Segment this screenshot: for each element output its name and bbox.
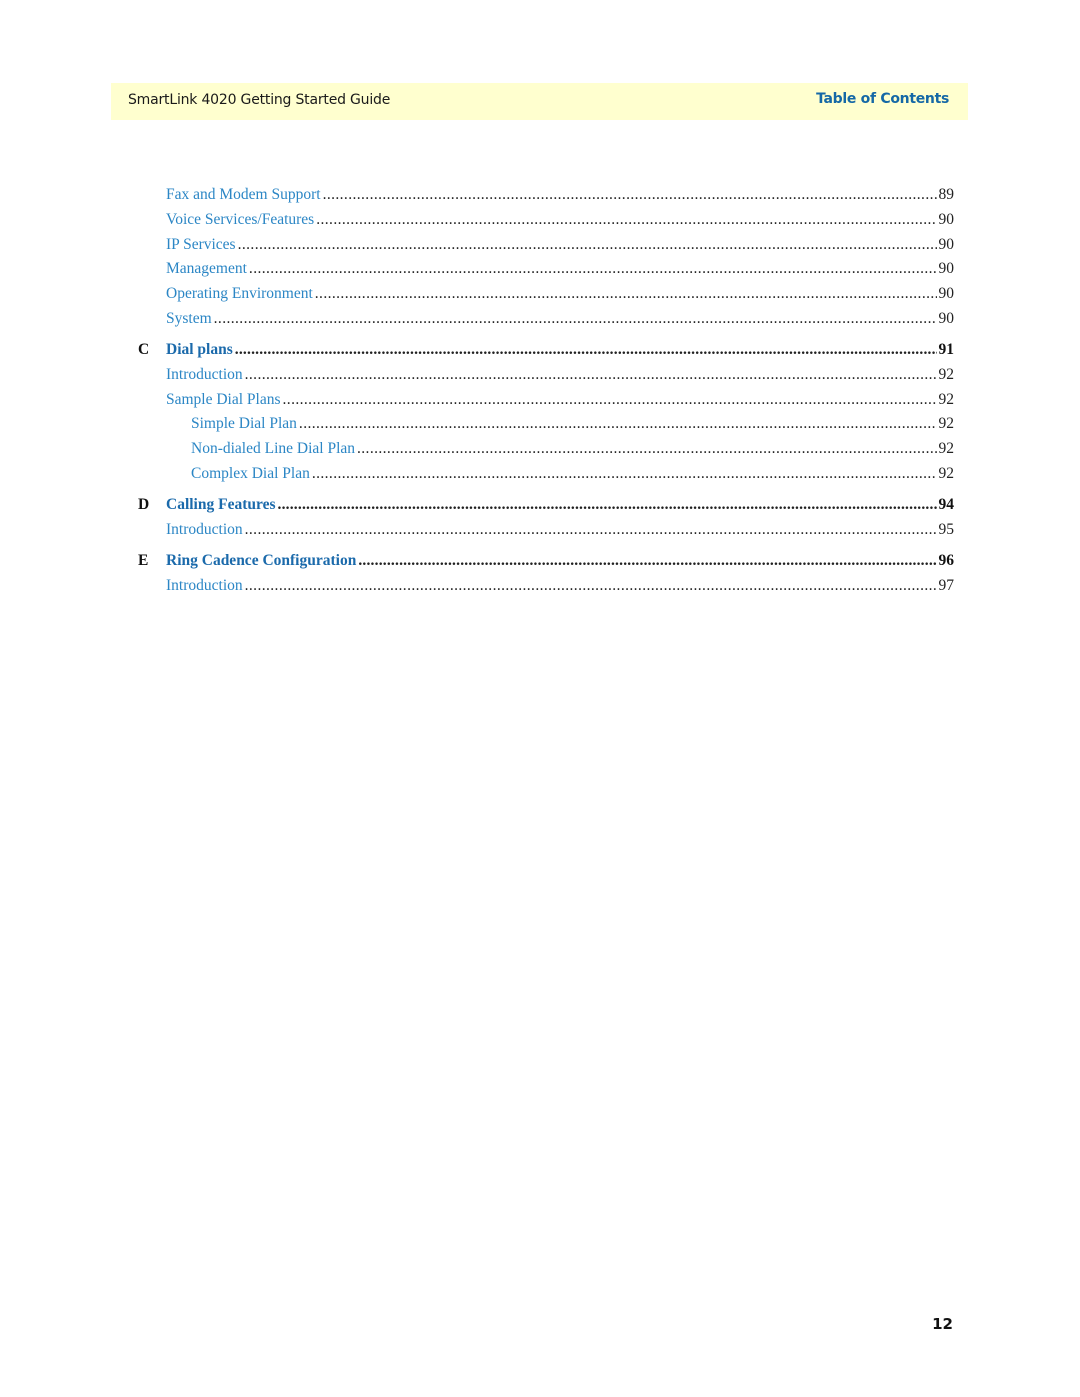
toc-chapter-entry[interactable]: E Ring Cadence Configuration ...........… <box>138 546 954 577</box>
toc-entry-label[interactable]: System <box>166 310 212 328</box>
toc-entry[interactable]: System .................................… <box>138 310 954 335</box>
toc-entry-page[interactable]: 97 <box>939 577 955 595</box>
toc-entry[interactable]: Operating Environment ..................… <box>138 285 954 310</box>
toc-entry-page[interactable]: 95 <box>939 521 955 539</box>
dot-leader: ........................................… <box>244 520 937 538</box>
toc-entry-page[interactable]: 92 <box>939 366 955 384</box>
dot-leader: ........................................… <box>237 235 937 253</box>
dot-leader: ........................................… <box>244 576 937 594</box>
dot-leader: ........................................… <box>314 285 937 303</box>
appendix-letter: D <box>138 495 150 513</box>
dot-leader: ........................................… <box>298 415 937 433</box>
toc-entry-label[interactable]: Calling Features <box>166 496 276 514</box>
toc-entry-label[interactable]: Introduction <box>166 366 243 384</box>
toc-entry-label[interactable]: Management <box>166 260 247 278</box>
toc-entry-label[interactable]: Simple Dial Plan <box>191 415 297 433</box>
toc-entry-page[interactable]: 90 <box>939 211 955 229</box>
dot-leader: ........................................… <box>234 340 937 358</box>
toc-entry[interactable]: Management .............................… <box>138 260 954 285</box>
toc-entry-page[interactable]: 89 <box>939 186 955 204</box>
toc-entry-page[interactable]: 92 <box>939 391 955 409</box>
toc-entry[interactable]: Complex Dial Plan ......................… <box>138 465 954 490</box>
toc-entry-label[interactable]: Operating Environment <box>166 285 313 303</box>
toc-entry-page[interactable]: 90 <box>939 310 955 328</box>
toc-entry-label[interactable]: Non-dialed Line Dial Plan <box>191 440 355 458</box>
dot-leader: ........................................… <box>244 365 937 383</box>
table-of-contents: Fax and Modem Support ..................… <box>138 186 954 601</box>
toc-entry-label[interactable]: Fax and Modem Support <box>166 186 321 204</box>
toc-entry-page[interactable]: 92 <box>939 415 955 433</box>
dot-leader: ........................................… <box>248 260 937 278</box>
toc-entry-label[interactable]: Introduction <box>166 521 243 539</box>
toc-entry-page[interactable]: 92 <box>939 465 955 483</box>
toc-entry-label[interactable]: Sample Dial Plans <box>166 391 281 409</box>
section-title: Table of Contents <box>816 91 949 107</box>
toc-entry[interactable]: Introduction ...........................… <box>138 577 954 602</box>
toc-entry[interactable]: IP Services ............................… <box>138 236 954 261</box>
dot-leader: ........................................… <box>277 495 937 513</box>
document-title: SmartLink 4020 Getting Started Guide <box>128 92 391 108</box>
appendix-letter: C <box>138 340 150 358</box>
toc-entry-label[interactable]: Dial plans <box>166 341 233 359</box>
dot-leader: ........................................… <box>282 390 937 408</box>
dot-leader: ........................................… <box>358 551 937 569</box>
page-number: 12 <box>932 1315 953 1333</box>
dot-leader: ........................................… <box>316 210 937 228</box>
toc-entry-page[interactable]: 91 <box>939 341 955 359</box>
dot-leader: ........................................… <box>322 186 937 203</box>
toc-entry-label[interactable]: Complex Dial Plan <box>191 465 310 483</box>
appendix-letter: E <box>138 551 149 569</box>
toc-entry[interactable]: Non-dialed Line Dial Plan ..............… <box>138 440 954 465</box>
toc-entry-page[interactable]: 90 <box>939 285 955 303</box>
dot-leader: ........................................… <box>311 464 937 482</box>
toc-entry-page[interactable]: 96 <box>939 552 955 570</box>
toc-entry-page[interactable]: 90 <box>939 236 955 254</box>
toc-entry-page[interactable]: 92 <box>939 440 955 458</box>
running-header: SmartLink 4020 Getting Started Guide Tab… <box>111 83 968 120</box>
toc-entry[interactable]: Sample Dial Plans ......................… <box>138 391 954 416</box>
toc-entry-label[interactable]: Introduction <box>166 577 243 595</box>
toc-chapter-entry[interactable]: D Calling Features .....................… <box>138 490 954 521</box>
toc-entry-page[interactable]: 90 <box>939 260 955 278</box>
toc-entry-label[interactable]: IP Services <box>166 236 236 254</box>
toc-entry[interactable]: Voice Services/Features ................… <box>138 211 954 236</box>
toc-chapter-entry[interactable]: C Dial plans ...........................… <box>138 335 954 366</box>
toc-entry[interactable]: Simple Dial Plan .......................… <box>138 415 954 440</box>
toc-entry-page[interactable]: 94 <box>939 496 955 514</box>
toc-entry[interactable]: Fax and Modem Support ..................… <box>138 186 954 211</box>
toc-entry[interactable]: Introduction ...........................… <box>138 521 954 546</box>
toc-entry-label[interactable]: Ring Cadence Configuration <box>166 552 356 570</box>
toc-entry-label[interactable]: Voice Services/Features <box>166 211 314 229</box>
dot-leader: ........................................… <box>357 440 937 458</box>
toc-entry[interactable]: Introduction ...........................… <box>138 366 954 391</box>
dot-leader: ........................................… <box>213 309 937 327</box>
